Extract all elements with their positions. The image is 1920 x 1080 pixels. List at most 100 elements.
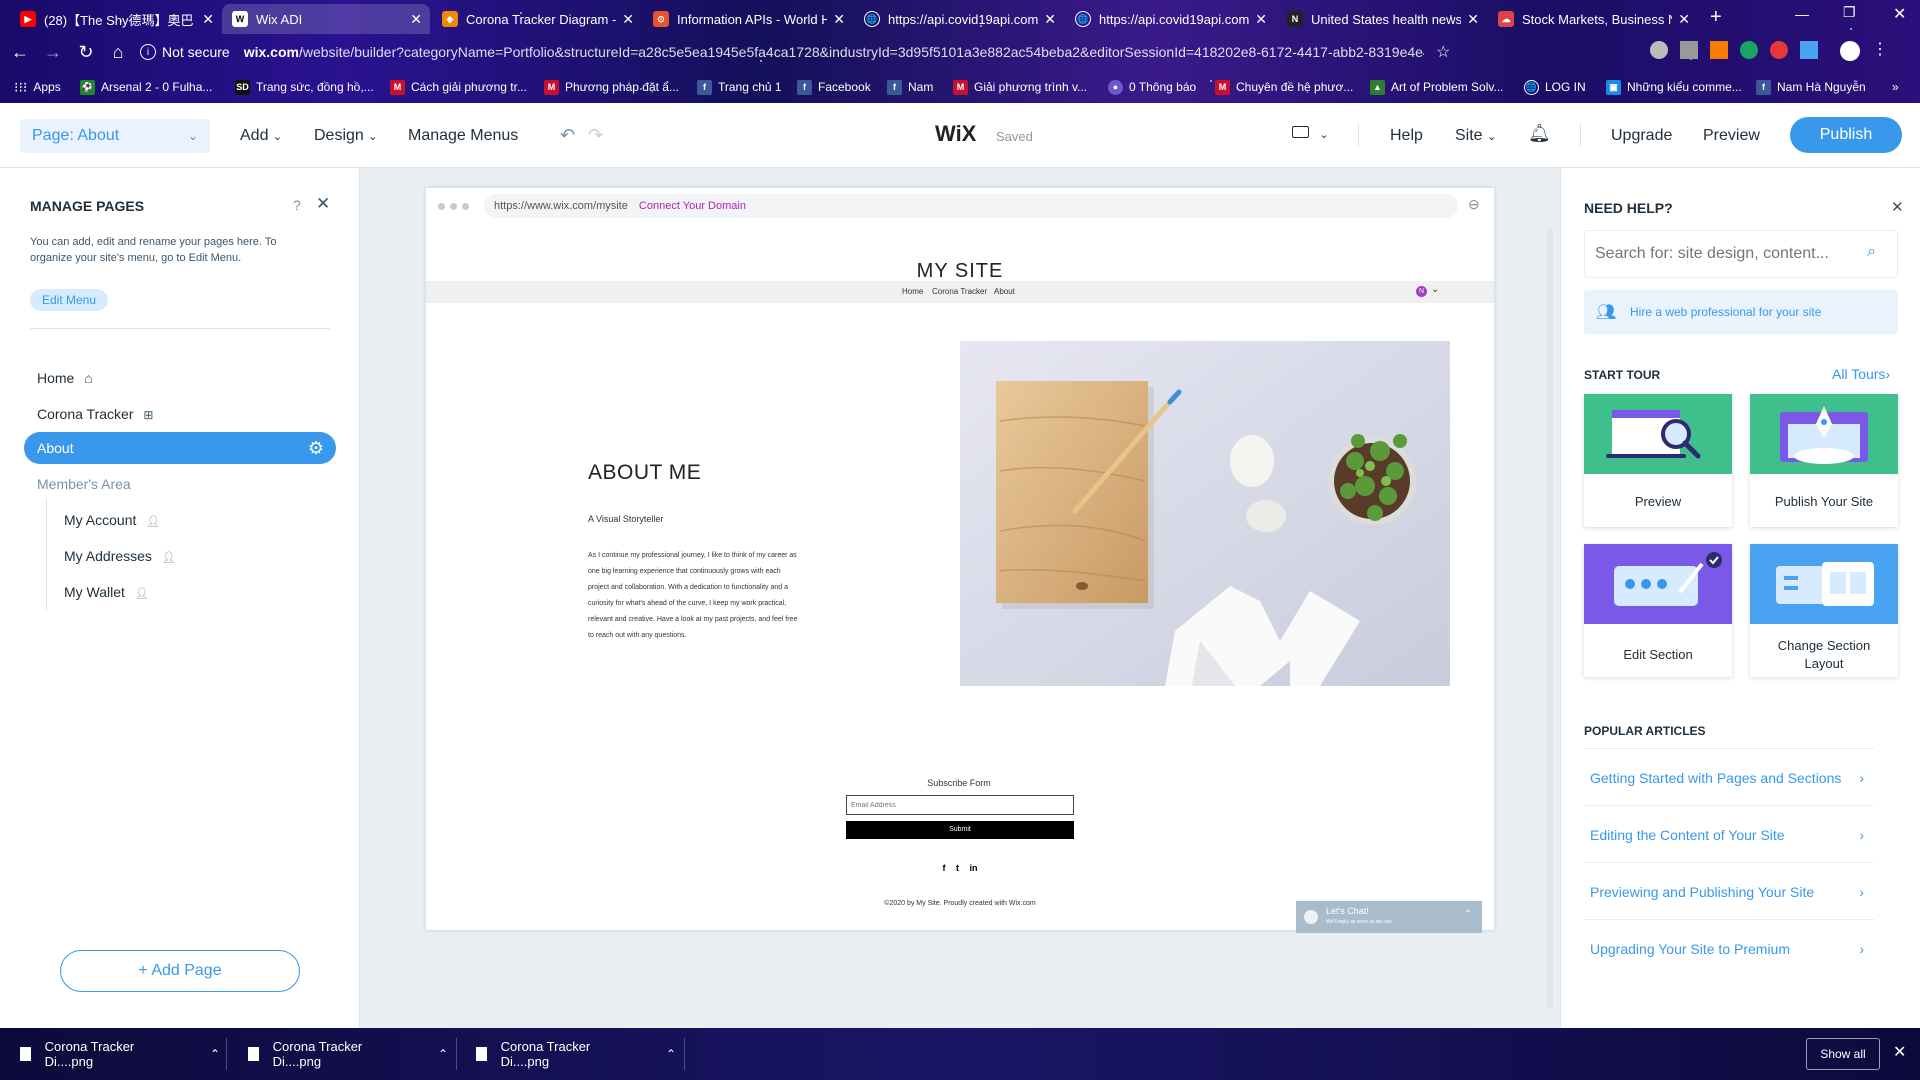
- site-nav-about[interactable]: About: [994, 287, 1015, 296]
- tour-card-edit-section[interactable]: Edit Section: [1584, 544, 1732, 677]
- page-item-corona-tracker[interactable]: Corona Tracker ⊞: [37, 406, 153, 422]
- close-icon[interactable]: ✕: [1893, 1042, 1906, 1062]
- bookmark[interactable]: M Giải phương trình v...: [953, 77, 1087, 97]
- star-bookmark-icon[interactable]: ☆: [1436, 42, 1450, 62]
- undo-icon[interactable]: ↶: [560, 125, 575, 146]
- reload-icon[interactable]: ↻: [76, 42, 96, 62]
- page-item-my-addresses[interactable]: My Addresses 👤︎: [64, 548, 176, 564]
- submit-button[interactable]: Submit: [846, 821, 1074, 839]
- close-icon[interactable]: ✕: [202, 11, 214, 28]
- page-item-home[interactable]: Home ⌂: [37, 370, 93, 386]
- help-search-input[interactable]: [1595, 243, 1855, 265]
- facebook-icon[interactable]: f: [942, 863, 945, 873]
- chevron-up-icon[interactable]: ⌃: [438, 1047, 448, 1061]
- bookmark[interactable]: f Nam: [887, 77, 933, 97]
- extension-icon[interactable]: [1770, 41, 1788, 59]
- publish-button[interactable]: Publish: [1790, 117, 1902, 153]
- about-bio[interactable]: As I continue my professional journey, I…: [588, 548, 848, 644]
- upgrade-button[interactable]: Upgrade: [1611, 127, 1672, 145]
- download-item[interactable]: Corona Tracker Di....png ⌃: [476, 1028, 676, 1080]
- browser-tab[interactable]: ◆ Corona Tracker Diagram - d ✕: [432, 4, 642, 34]
- bookmark[interactable]: ⚽ Arsenal 2 - 0 Fulha...: [80, 77, 212, 97]
- info-icon[interactable]: i: [140, 44, 156, 60]
- design-menu[interactable]: Design ⌄: [314, 127, 377, 145]
- article-link[interactable]: Upgrading Your Site to Premium ›: [1584, 921, 1874, 977]
- redo-icon[interactable]: ↷: [588, 125, 603, 146]
- preview-button[interactable]: Preview: [1703, 127, 1760, 145]
- download-item[interactable]: Corona Tracker Di....png ⌃: [248, 1028, 448, 1080]
- bookmark[interactable]: f Facebook: [797, 77, 871, 97]
- minimize-icon[interactable]: —: [1795, 6, 1809, 22]
- close-icon[interactable]: ✕: [410, 11, 422, 28]
- help-icon[interactable]: ?: [293, 197, 301, 213]
- page-item-about[interactable]: About ⚙: [24, 432, 336, 464]
- close-icon[interactable]: ✕: [622, 11, 634, 28]
- all-tours-link[interactable]: All Tours›: [1832, 366, 1890, 382]
- add-page-button[interactable]: + Add Page: [60, 950, 300, 992]
- show-all-button[interactable]: Show all: [1806, 1038, 1880, 1070]
- extension-icon[interactable]: [1680, 41, 1698, 59]
- linkedin-icon[interactable]: in: [970, 863, 978, 873]
- zoom-icon[interactable]: ⊖: [1468, 196, 1480, 213]
- tour-card-preview[interactable]: Preview: [1584, 394, 1732, 527]
- site-menu[interactable]: Site ⌄: [1455, 127, 1496, 145]
- site-nav-home[interactable]: Home: [902, 287, 923, 296]
- manage-menus-button[interactable]: Manage Menus: [408, 127, 518, 145]
- connect-domain-link[interactable]: Connect Your Domain: [639, 200, 746, 212]
- download-item[interactable]: Corona Tracker Di....png ⌃: [20, 1028, 220, 1080]
- browser-tab[interactable]: 🌐 https://api.covid19api.com/ ✕: [854, 4, 1064, 34]
- bookmark[interactable]: M Cách giải phương tr...: [390, 77, 527, 97]
- chevron-up-icon[interactable]: ⌃: [210, 1047, 220, 1061]
- bookmark[interactable]: f Trang chủ 1: [697, 77, 782, 97]
- close-icon[interactable]: ✕: [1467, 11, 1479, 28]
- site-nav-bar[interactable]: Home Corona Tracker About N ⌄: [426, 281, 1494, 303]
- site-nav-corona-tracker[interactable]: Corona Tracker: [932, 287, 987, 296]
- close-icon[interactable]: ✕: [1678, 11, 1690, 28]
- close-icon[interactable]: ✕: [833, 11, 845, 28]
- more-menu-icon[interactable]: ⋮: [1872, 41, 1888, 61]
- address-bar[interactable]: i Not secure wix.com /website/builder?ca…: [140, 38, 1630, 66]
- help-menu[interactable]: Help: [1390, 127, 1423, 145]
- tour-card-change-layout[interactable]: Change Section Layout: [1750, 544, 1898, 677]
- chat-widget[interactable]: Let's Chat! We'll reply as soon as we ca…: [1296, 901, 1482, 933]
- bookmark[interactable]: ▣ Những kiểu comme...: [1606, 77, 1742, 97]
- bookmark[interactable]: SD Trang sức, đồng hồ,...: [235, 77, 374, 97]
- chevron-down-icon[interactable]: ⌄: [1431, 284, 1439, 295]
- extension-icon[interactable]: [1800, 41, 1818, 59]
- chevron-up-icon[interactable]: ⌃: [666, 1047, 676, 1061]
- browser-tab-active[interactable]: W Wix ADI ✕: [222, 4, 430, 34]
- help-search[interactable]: ⌕: [1584, 230, 1898, 278]
- page-item-my-wallet[interactable]: My Wallet 👤︎: [64, 584, 149, 600]
- bookmark[interactable]: M Phương pháp đặt ẩ...: [544, 77, 679, 97]
- more-bookmarks[interactable]: »: [1892, 77, 1899, 97]
- back-icon[interactable]: ←: [10, 42, 30, 62]
- home-icon[interactable]: ⌂: [108, 42, 128, 62]
- bookmark[interactable]: M Chuyên đề hệ phươ...: [1215, 77, 1353, 97]
- extension-icon[interactable]: [1740, 41, 1758, 59]
- site-title[interactable]: MY SITE: [426, 260, 1494, 283]
- device-switch[interactable]: ⌄: [1292, 125, 1329, 143]
- close-icon[interactable]: ✕: [1891, 198, 1904, 216]
- about-heading[interactable]: ABOUT ME: [588, 461, 701, 485]
- bookmark[interactable]: f Nam Hà Nguyễn: [1756, 77, 1866, 97]
- search-icon[interactable]: ⌕: [1867, 243, 1876, 261]
- article-link[interactable]: Previewing and Publishing Your Site ›: [1584, 864, 1874, 920]
- subscribe-title[interactable]: Subscribe Form: [769, 778, 1149, 788]
- bookmark-apps[interactable]: ⁝⁝⁝ Apps: [14, 77, 61, 97]
- profile-avatar[interactable]: [1840, 41, 1860, 61]
- site-preview[interactable]: https://www.wix.com/mysite Connect Your …: [426, 188, 1494, 933]
- email-input[interactable]: [846, 795, 1074, 815]
- add-menu[interactable]: Add ⌄: [240, 127, 282, 145]
- bookmark[interactable]: 🌐 LOG IN: [1524, 77, 1586, 97]
- hire-banner[interactable]: 👥︎ Hire a web professional for your site: [1584, 290, 1898, 334]
- browser-tab[interactable]: N United States health news A ✕: [1277, 4, 1487, 34]
- forward-icon[interactable]: →: [43, 42, 63, 62]
- bell-icon[interactable]: 🔔︎: [1528, 123, 1551, 144]
- article-link[interactable]: Editing the Content of Your Site ›: [1584, 807, 1874, 863]
- browser-tab[interactable]: ⊙ Information APIs - World H ✕: [643, 4, 853, 34]
- close-icon[interactable]: ✕: [1044, 11, 1056, 28]
- tour-card-publish[interactable]: Publish Your Site: [1750, 394, 1898, 527]
- hire-link[interactable]: Hire a web professional for your site: [1630, 305, 1821, 319]
- browser-tab[interactable]: ▶ (28)【The Shy德瑪】奧巴马... ✕: [10, 4, 222, 34]
- new-tab-icon[interactable]: +: [1710, 6, 1722, 29]
